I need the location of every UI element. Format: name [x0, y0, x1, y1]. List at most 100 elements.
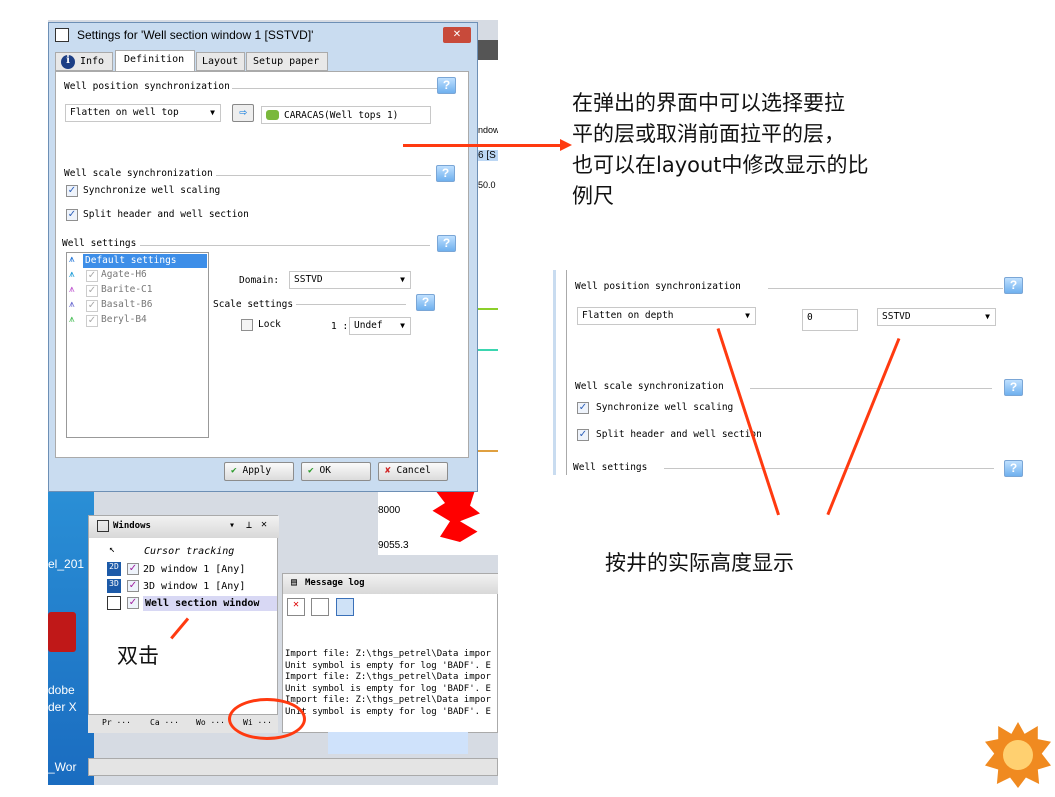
- 2d-icon: 2D: [107, 562, 121, 576]
- section-heading: Scale settings: [213, 299, 294, 310]
- adobe-icon: [48, 612, 76, 652]
- tab-layout[interactable]: Layout: [196, 52, 245, 71]
- list-item-selected[interactable]: Well section window: [143, 596, 277, 611]
- help-icon[interactable]: ?: [1004, 277, 1023, 294]
- ratio-prefix: 1 :: [331, 321, 349, 332]
- well-list-item[interactable]: Beryl-B4: [101, 314, 147, 325]
- split-header-checkbox[interactable]: ✓: [577, 429, 589, 441]
- split-header-checkbox[interactable]: ✓: [66, 209, 78, 221]
- well-list: Default settings ⩚ ⩚ ✓ Agate-H6 ⩚ ✓ Bari…: [66, 252, 209, 438]
- info-icon: i: [61, 55, 75, 69]
- checkbox-label: Split header and well section: [596, 429, 762, 440]
- desktop-icon-label: dobe: [48, 683, 75, 697]
- help-icon[interactable]: ?: [436, 165, 455, 182]
- arrowhead: [560, 139, 572, 151]
- dialog-icon: [55, 28, 69, 42]
- cancel-button[interactable]: ✘ Cancel: [378, 462, 448, 481]
- apply-button[interactable]: ✔ Apply: [224, 462, 294, 481]
- dropdown-icon[interactable]: ▾: [229, 520, 235, 531]
- well-icon: ⩚: [69, 299, 75, 310]
- partial-label: 6 [S: [478, 150, 498, 161]
- tab[interactable]: Ca ···: [150, 718, 179, 727]
- list-item[interactable]: 3D window 1 [Any]: [143, 581, 245, 592]
- log-curve: [432, 490, 480, 542]
- help-icon[interactable]: ?: [416, 294, 435, 311]
- sun-mascot-icon: [985, 722, 1051, 788]
- dialog-title: Settings for 'Well section window 1 [SST…: [77, 28, 314, 42]
- tab-definition[interactable]: Definition: [115, 50, 195, 72]
- domain-select[interactable]: SSTVD ▼: [877, 308, 996, 326]
- pin-icon[interactable]: ⊥: [246, 520, 252, 531]
- annotation-arrow: [403, 144, 563, 147]
- depth-input[interactable]: 0: [802, 309, 858, 331]
- help-icon[interactable]: ?: [437, 77, 456, 94]
- depth-label: 9055.3: [378, 540, 409, 551]
- double-click-label: 双击: [117, 644, 159, 668]
- flatten-mode-select[interactable]: Flatten on well top ▼: [65, 104, 221, 122]
- surface-drop-target[interactable]: CARACAS(Well tops 1): [261, 106, 431, 124]
- inset-screenshot: Well position synchronization ? Flatten …: [553, 270, 1029, 477]
- document-icon: ▤: [291, 577, 298, 588]
- well-list-item[interactable]: Barite-C1: [101, 284, 152, 295]
- well-icon: ⩚: [69, 314, 75, 325]
- section-heading: Well position synchronization: [575, 281, 741, 292]
- copy-log-icon[interactable]: [311, 598, 329, 616]
- timeline-slider[interactable]: [328, 732, 468, 754]
- x-icon: ✘: [385, 465, 391, 476]
- partial-label: 50.0: [478, 180, 496, 190]
- checkbox-label: Synchronize well scaling: [596, 402, 734, 413]
- well-icon: ⩚: [69, 269, 75, 280]
- tab[interactable]: Wo ···: [196, 718, 225, 727]
- annotation-text: 在弹出的界面中可以选择要拉 平的层或取消前面拉平的层， 也可以在layout中修改显…: [572, 91, 869, 208]
- timestamp-log-icon[interactable]: [336, 598, 354, 616]
- tab-setup-paper[interactable]: Setup paper: [246, 52, 328, 71]
- clear-log-icon[interactable]: ✕: [287, 598, 305, 616]
- checkbox-label: Synchronize well scaling: [83, 185, 221, 196]
- lock-label: Lock: [258, 319, 281, 330]
- close-button[interactable]: ✕: [443, 27, 471, 43]
- desktop-icon-label: _Wor: [48, 760, 77, 774]
- well-icon: ⩚: [69, 254, 75, 265]
- help-icon[interactable]: ?: [1004, 379, 1023, 396]
- flatten-mode-select[interactable]: Flatten on depth ▼: [577, 307, 756, 325]
- check-icon: ✔: [308, 465, 314, 476]
- partial-label: ndow: [478, 125, 498, 135]
- section-heading: Well settings: [573, 462, 648, 473]
- cursor-icon: ↖: [109, 544, 116, 555]
- tab[interactable]: Pr ···: [102, 718, 131, 727]
- log-text: Import file: Z:\thgs_petrel\Data impor Un…: [285, 649, 491, 717]
- section-heading: Well scale synchronization: [575, 381, 724, 392]
- well-list-item[interactable]: Basalt-B6: [101, 299, 152, 310]
- highlight-circle: [228, 698, 306, 740]
- close-icon[interactable]: ✕: [261, 519, 267, 530]
- help-icon[interactable]: ?: [1004, 460, 1023, 477]
- tab-info[interactable]: i Info: [55, 52, 113, 71]
- panel-title: Windows: [113, 521, 151, 531]
- domain-select[interactable]: SSTVD ▼: [289, 271, 411, 289]
- desktop-icon-label: der X: [48, 700, 77, 714]
- arrow-right-button[interactable]: ⇨: [232, 104, 254, 122]
- depth-label: 8000: [378, 505, 401, 516]
- well-list-item-default[interactable]: Default settings: [83, 254, 207, 268]
- definition-panel: Well position synchronization ? Flatten …: [55, 71, 469, 458]
- list-item[interactable]: 2D window 1 [Any]: [143, 564, 245, 575]
- sync-scaling-checkbox[interactable]: ✓: [66, 185, 78, 197]
- panel-title: Message log: [305, 578, 365, 588]
- help-icon[interactable]: ?: [437, 235, 456, 252]
- check-icon: ✔: [231, 465, 237, 476]
- windows-panel: Windows ▾ ⊥ ✕ ↖ Cursor tracking 2D ✓ 2D …: [88, 515, 279, 715]
- message-log-panel: ▤ Message log ✕ Import file: Z:\thgs_pet…: [282, 573, 498, 733]
- sync-scaling-checkbox[interactable]: ✓: [577, 402, 589, 414]
- 3d-icon: 3D: [107, 579, 121, 593]
- actual-height-label: 按井的实际高度显示: [605, 551, 794, 575]
- lock-checkbox[interactable]: [241, 319, 253, 331]
- section-heading: Well scale synchronization: [64, 168, 213, 179]
- scale-ratio-select[interactable]: Undef ▼: [349, 317, 411, 335]
- ok-button[interactable]: ✔ OK: [301, 462, 371, 481]
- well-tops-icon: [266, 110, 279, 120]
- list-item[interactable]: Cursor tracking: [144, 546, 234, 557]
- section-heading: Well settings: [62, 238, 137, 249]
- desktop-icon-label: el_201: [48, 557, 85, 571]
- well-list-item[interactable]: Agate-H6: [101, 269, 147, 280]
- windows-icon: [97, 520, 109, 532]
